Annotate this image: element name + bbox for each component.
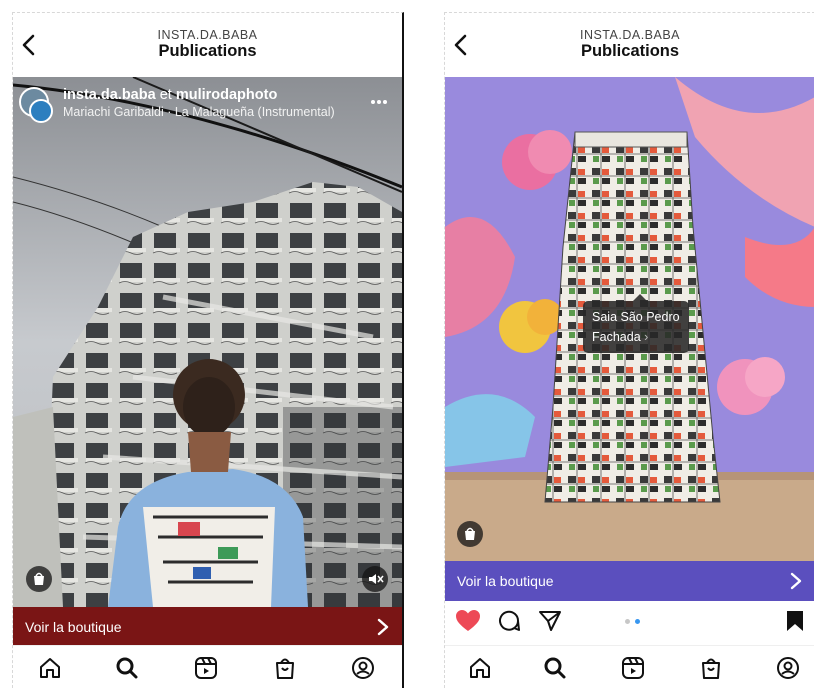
- tag-chevron-icon: ›: [644, 330, 649, 344]
- carousel-dot: [625, 619, 630, 624]
- search-icon[interactable]: [542, 655, 568, 681]
- speaker-muted-icon[interactable]: [362, 566, 388, 592]
- heart-filled-icon[interactable]: [455, 609, 481, 633]
- shop-icon[interactable]: [272, 655, 298, 681]
- header-username: INSTA.DA.BABA: [157, 28, 258, 42]
- coauthor-name[interactable]: mulirodaphoto: [176, 87, 278, 103]
- search-icon[interactable]: [114, 655, 140, 681]
- page-title: Publications: [158, 42, 257, 60]
- bottom-nav: [13, 645, 402, 688]
- carousel-dot-active: [635, 619, 640, 624]
- bottom-nav: [445, 645, 814, 688]
- profile-icon[interactable]: [775, 655, 801, 681]
- shop-cta-bar[interactable]: Voir la boutique: [445, 561, 814, 601]
- shop-cta-label: Voir la boutique: [457, 573, 554, 589]
- bookmark-filled-icon[interactable]: [785, 609, 805, 633]
- profile-icon[interactable]: [350, 655, 376, 681]
- left-phone-screen: INSTA.DA.BABA Publications insta.da.baba…: [12, 12, 404, 688]
- music-label[interactable]: Mariachi Garibaldi · La Malagueña (Instr…: [63, 105, 335, 119]
- shop-cta-bar[interactable]: Voir la boutique: [13, 607, 402, 647]
- reels-icon[interactable]: [193, 655, 219, 681]
- more-icon[interactable]: [370, 99, 388, 105]
- product-tag[interactable]: Saia São Pedro Fachada ›: [583, 294, 689, 353]
- product-tag-line1: Saia São Pedro: [592, 310, 680, 324]
- home-icon[interactable]: [467, 655, 493, 681]
- page-title: Publications: [580, 42, 680, 60]
- product-tag-line2: Fachada ›: [592, 330, 649, 344]
- header-username: INSTA.DA.BABA: [579, 28, 681, 42]
- post-actions: [445, 601, 814, 643]
- shopping-bag-icon[interactable]: [457, 521, 483, 547]
- post-authors: insta.da.baba et mulirodaphoto: [63, 87, 277, 103]
- author-connector: et: [159, 87, 172, 103]
- header: INSTA.DA.BABA Publications: [13, 13, 402, 78]
- building-photo: [13, 77, 402, 607]
- chevron-right-icon: [790, 572, 802, 590]
- home-icon[interactable]: [37, 655, 63, 681]
- shopping-bag-icon[interactable]: [26, 566, 52, 592]
- author-name[interactable]: insta.da.baba: [63, 87, 156, 103]
- post-photo[interactable]: insta.da.baba et mulirodaphoto Mariachi …: [13, 77, 402, 607]
- header: INSTA.DA.BABA Publications: [445, 13, 814, 78]
- post-photo[interactable]: Saia São Pedro Fachada ›: [445, 77, 814, 561]
- reels-icon[interactable]: [620, 655, 646, 681]
- comment-icon[interactable]: [497, 609, 521, 633]
- shop-icon[interactable]: [698, 655, 724, 681]
- carousel-indicator: [625, 619, 645, 625]
- paper-plane-icon[interactable]: [538, 609, 562, 633]
- shop-cta-label: Voir la boutique: [25, 619, 122, 635]
- chevron-right-icon: [377, 618, 389, 636]
- right-phone-screen: INSTA.DA.BABA Publications Saia São Pedr…: [444, 12, 814, 688]
- coauthor-avatar[interactable]: [29, 99, 53, 123]
